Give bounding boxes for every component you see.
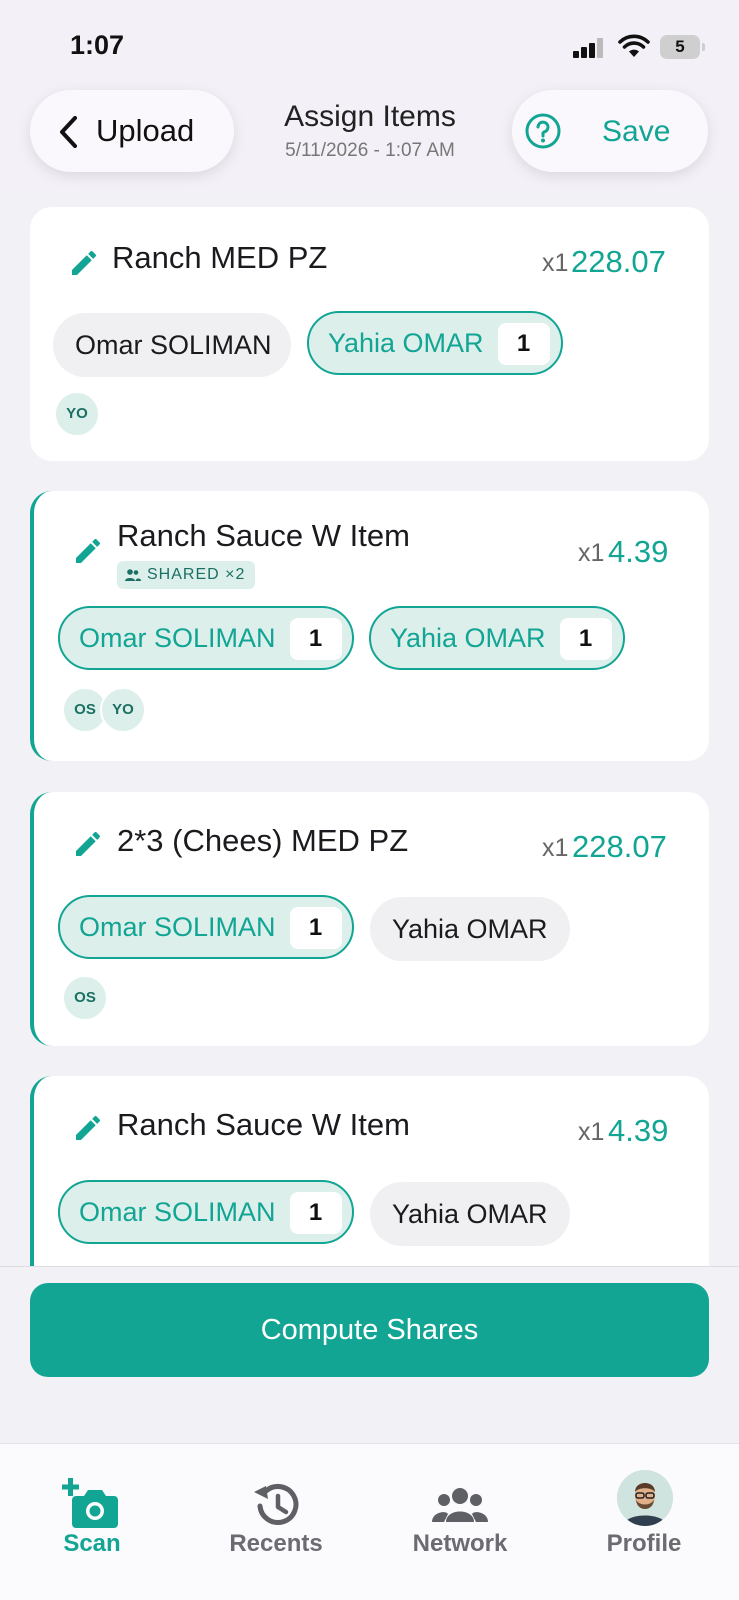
- item-name: Ranch Sauce W Item: [117, 518, 410, 553]
- item-qty: x1: [578, 539, 605, 567]
- person-name: Yahia OMAR: [392, 1199, 548, 1229]
- person-chip[interactable]: Yahia OMAR: [370, 1182, 570, 1246]
- avatar-badge: OS: [62, 975, 108, 1021]
- page-subtitle: 5/11/2026 - 1:07 AM: [285, 140, 455, 161]
- help-icon[interactable]: [524, 112, 562, 150]
- item-price: 228.07: [571, 244, 666, 279]
- person-name: Omar SOLIMAN: [75, 330, 272, 360]
- person-count[interactable]: 1: [289, 618, 342, 660]
- avatar-icon: [617, 1470, 673, 1526]
- edit-icon[interactable]: [68, 247, 100, 279]
- tab-label: Network: [412, 1530, 508, 1557]
- item-qty: x1: [578, 1118, 605, 1146]
- status-time: 1:07: [70, 30, 125, 60]
- person-chip[interactable]: Yahia OMAR 1: [307, 311, 563, 375]
- item-qty: x1: [542, 834, 569, 862]
- item-card: Ranch MED PZ x1 228.07 Omar SOLIMAN Yahi…: [30, 207, 709, 461]
- person-chip[interactable]: Omar SOLIMAN 1: [58, 895, 354, 959]
- person-count[interactable]: 1: [289, 907, 342, 949]
- item-name: Ranch MED PZ: [112, 240, 328, 275]
- person-name: Yahia OMAR: [390, 623, 546, 653]
- shared-badge: SHARED ×2: [117, 561, 256, 589]
- battery-indicator: 5: [660, 35, 705, 59]
- status-bar: 1:07 5: [0, 0, 739, 92]
- person-name: Yahia OMAR: [392, 914, 548, 944]
- people-icon: [432, 1488, 488, 1522]
- person-chip[interactable]: Omar SOLIMAN 1: [58, 1180, 354, 1244]
- edit-icon[interactable]: [72, 828, 104, 860]
- chevron-left-icon: [60, 116, 77, 148]
- person-chip[interactable]: Yahia OMAR: [370, 897, 570, 961]
- tab-profile[interactable]: Profile: [552, 1444, 736, 1584]
- tab-label: Scan: [63, 1530, 121, 1557]
- item-price: 4.39: [608, 534, 669, 569]
- save-button[interactable]: Save: [602, 115, 670, 149]
- item-card: 2*3 (Chees) MED PZ x1 228.07 Omar SOLIMA…: [30, 792, 709, 1046]
- person-chip[interactable]: Omar SOLIMAN: [53, 313, 291, 377]
- item-qty: x1: [542, 249, 569, 277]
- divider: [0, 1266, 739, 1267]
- person-count[interactable]: 1: [559, 618, 612, 660]
- item-card: Ranch Sauce W Item SHARED ×2 x1 4.39 Oma…: [30, 491, 709, 761]
- tab-scan[interactable]: Scan: [0, 1444, 184, 1584]
- person-name: Omar SOLIMAN: [79, 912, 276, 942]
- item-name: Ranch Sauce W Item: [117, 1107, 410, 1142]
- shared-label: SHARED ×2: [147, 566, 246, 583]
- items-list[interactable]: Ranch MED PZ x1 228.07 Omar SOLIMAN Yahi…: [0, 192, 739, 1267]
- item-card: Ranch Sauce W Item x1 4.39 Omar SOLIMAN 1…: [30, 1076, 709, 1267]
- person-name: Yahia OMAR: [328, 328, 484, 358]
- avatar-badge: YO: [54, 391, 100, 437]
- person-count[interactable]: 1: [497, 323, 550, 365]
- person-name: Omar SOLIMAN: [79, 1197, 276, 1227]
- item-name: 2*3 (Chees) MED PZ: [117, 823, 409, 858]
- tab-label: Recents: [229, 1530, 323, 1557]
- signal-icon: [573, 38, 605, 58]
- tab-recents[interactable]: Recents: [184, 1444, 368, 1584]
- page-title: Assign Items: [284, 100, 456, 133]
- edit-icon[interactable]: [72, 1112, 104, 1144]
- save-pill: Save: [512, 90, 708, 172]
- person-name: Omar SOLIMAN: [79, 623, 276, 653]
- item-price: 4.39: [608, 1113, 669, 1148]
- history-icon: [254, 1483, 299, 1525]
- title-block: Assign Items 5/11/2026 - 1:07 AM: [230, 100, 510, 162]
- tab-network[interactable]: Network: [368, 1444, 552, 1584]
- wifi-icon: [618, 34, 650, 57]
- back-button[interactable]: Upload: [30, 90, 234, 172]
- tab-label: Profile: [606, 1530, 682, 1557]
- person-chip[interactable]: Yahia OMAR 1: [369, 606, 625, 670]
- camera-plus-icon: [62, 1478, 118, 1528]
- header: Upload Assign Items 5/11/2026 - 1:07 AM …: [0, 80, 739, 192]
- person-count[interactable]: 1: [289, 1192, 342, 1234]
- tab-bar: Scan Recents Network Profile: [0, 1443, 739, 1600]
- back-label: Upload: [96, 113, 195, 148]
- item-price: 228.07: [572, 829, 667, 864]
- people-icon: [125, 569, 141, 581]
- compute-shares-button[interactable]: Compute Shares: [30, 1283, 709, 1377]
- edit-icon[interactable]: [72, 535, 104, 567]
- avatar-badge: YO: [100, 687, 146, 733]
- person-chip[interactable]: Omar SOLIMAN 1: [58, 606, 354, 670]
